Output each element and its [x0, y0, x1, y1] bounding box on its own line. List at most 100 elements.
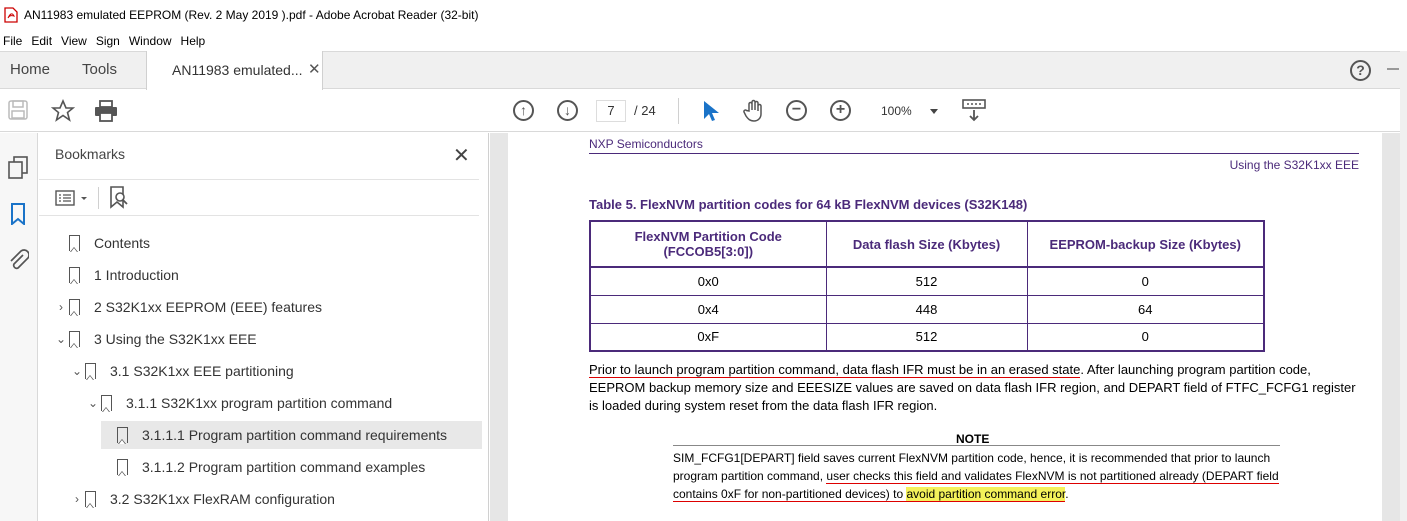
- pdf-page: NXP Semiconductors Using the S32K1xx EEE…: [508, 133, 1382, 521]
- menu-view[interactable]: View: [58, 34, 93, 48]
- bookmark-partition-command[interactable]: ⌄ 3.1.1 S32K1xx program partition comman…: [85, 389, 392, 417]
- table-cell: 0xF: [589, 322, 827, 352]
- table-caption: Table 5. FlexNVM partition codes for 64 …: [589, 197, 1028, 212]
- toolbar-divider: [98, 187, 99, 209]
- select-cursor-icon[interactable]: [701, 99, 719, 126]
- bookmark-contents[interactable]: Contents: [53, 229, 150, 257]
- attachments-icon[interactable]: [7, 248, 30, 275]
- bookmark-introduction[interactable]: 1 Introduction: [53, 261, 179, 289]
- bookmark-options-icon[interactable]: [55, 190, 89, 209]
- next-page-icon[interactable]: ↓: [557, 100, 578, 121]
- hand-tool-icon[interactable]: [742, 99, 766, 126]
- close-panel-icon[interactable]: ✕: [453, 143, 470, 168]
- tab-home[interactable]: Home: [10, 61, 50, 78]
- column-header: FlexNVM Partition Code (FCCOB5[3:0]): [589, 220, 827, 268]
- bookmark-eee-features[interactable]: › 2 S32K1xx EEPROM (EEE) features: [53, 293, 322, 321]
- column-header: EEPROM-backup Size (Kbytes): [1026, 220, 1265, 268]
- bookmark-label: 3.1.1.1 Program partition command requir…: [142, 427, 448, 443]
- bookmark-label: 1 Introduction: [94, 267, 179, 283]
- note-text-end: .: [1065, 487, 1069, 501]
- bookmarks-toolbar: [39, 179, 479, 216]
- underlined-annotation[interactable]: Prior to launch program partition comman…: [589, 362, 1081, 378]
- menu-file[interactable]: File: [0, 34, 28, 48]
- table-cell: 0: [1026, 322, 1265, 352]
- note-divider: [673, 445, 1280, 446]
- zoom-dropdown[interactable]: 100%: [872, 100, 944, 122]
- chevron-down-icon: [930, 109, 938, 114]
- bookmarks-title: Bookmarks: [55, 146, 126, 162]
- table-row: 0xF 512 0: [589, 322, 1265, 352]
- table-cell: 448: [825, 294, 1028, 324]
- bookmark-icon: [85, 491, 96, 508]
- page-total: / 24: [634, 103, 656, 118]
- zoom-out-icon[interactable]: −: [786, 100, 807, 121]
- zoom-value: 100%: [881, 104, 912, 118]
- help-icon[interactable]: ?: [1350, 60, 1371, 81]
- bookmark-icon: [117, 427, 128, 444]
- bookmark-flexram-config[interactable]: › 3.2 S32K1xx FlexRAM configuration: [69, 485, 335, 513]
- bookmark-using-eee[interactable]: ⌄ 3 Using the S32K1xx EEE: [53, 325, 257, 353]
- tab-document-label: AN11983 emulated...: [172, 62, 303, 78]
- table-cell: 512: [825, 322, 1028, 352]
- table-cell: 512: [825, 266, 1028, 296]
- tab-document[interactable]: AN11983 emulated... ✕: [146, 51, 323, 90]
- bookmark-label: 3.1.1 S32K1xx program partition command: [126, 395, 393, 411]
- expand-chevron-icon[interactable]: ›: [53, 300, 69, 314]
- collapse-chevron-icon[interactable]: ⌄: [53, 332, 69, 346]
- print-icon[interactable]: [94, 100, 118, 125]
- bookmark-label: Contents: [94, 235, 151, 251]
- menu-edit[interactable]: Edit: [28, 34, 58, 48]
- highlight-annotation[interactable]: avoid partition command error: [906, 487, 1066, 502]
- note-title: NOTE: [956, 432, 990, 446]
- page-thumbnails-icon[interactable]: [8, 156, 28, 183]
- zoom-in-icon[interactable]: +: [830, 100, 851, 121]
- bookmark-icon: [101, 395, 112, 412]
- menu-sign[interactable]: Sign: [93, 34, 126, 48]
- bookmark-icon: [117, 459, 128, 476]
- body-paragraph: Prior to launch program partition comman…: [589, 361, 1364, 415]
- tab-bar: Home Tools AN11983 emulated... ✕ ?: [0, 51, 1400, 90]
- vertical-scrollbar[interactable]: [1400, 51, 1407, 521]
- table-cell: 64: [1026, 294, 1265, 324]
- star-icon[interactable]: [50, 98, 76, 126]
- collapse-chevron-icon[interactable]: ⌄: [85, 396, 101, 410]
- bookmarks-panel: Bookmarks ✕ Contents 1 Introduction › 2 …: [39, 133, 489, 521]
- previous-page-icon[interactable]: ↑: [513, 100, 534, 121]
- tab-tools[interactable]: Tools: [82, 61, 117, 78]
- bookmark-label: 3.1.1.2 Program partition command exampl…: [142, 459, 426, 475]
- pdf-file-icon: [4, 7, 18, 23]
- header-divider: [589, 153, 1359, 154]
- bookmark-icon: [69, 331, 80, 348]
- minimize-icon[interactable]: [1387, 68, 1399, 70]
- menu-window[interactable]: Window: [126, 34, 178, 48]
- table-row: 0x4 448 64: [589, 294, 1265, 324]
- document-viewer[interactable]: NXP Semiconductors Using the S32K1xx EEE…: [490, 133, 1400, 521]
- main-toolbar: ↑ ↓ 7 / 24 − + 100%: [0, 90, 1400, 132]
- bookmark-command-examples[interactable]: 3.1.1.2 Program partition command exampl…: [101, 453, 425, 481]
- save-icon[interactable]: [8, 100, 28, 123]
- table-row: 0x0 512 0: [589, 266, 1265, 296]
- window-title: AN11983 emulated EEPROM (Rev. 2 May 2019…: [24, 8, 479, 22]
- page-header-company: NXP Semiconductors: [589, 137, 703, 151]
- title-bar: AN11983 emulated EEPROM (Rev. 2 May 2019…: [0, 0, 1407, 30]
- bookmark-label: 3 Using the S32K1xx EEE: [94, 331, 257, 347]
- menu-bar: File Edit View Sign Window Help: [0, 30, 1407, 51]
- bookmark-label: 2 S32K1xx EEPROM (EEE) features: [94, 299, 322, 315]
- table-cell: 0x0: [589, 266, 827, 296]
- find-bookmark-icon[interactable]: [109, 186, 129, 213]
- page-fit-icon[interactable]: [961, 98, 987, 127]
- bookmark-icon: [69, 299, 80, 316]
- collapse-chevron-icon[interactable]: ⌄: [69, 364, 85, 378]
- bookmark-icon: [69, 235, 80, 252]
- close-tab-icon[interactable]: ✕: [308, 60, 321, 78]
- bookmarks-panel-icon[interactable]: [10, 203, 26, 228]
- bookmark-label: 3.2 S32K1xx FlexRAM configuration: [110, 491, 335, 507]
- page-number-input[interactable]: 7: [596, 100, 626, 122]
- menu-help[interactable]: Help: [178, 34, 212, 48]
- expand-chevron-icon[interactable]: ›: [69, 492, 85, 506]
- bookmark-icon: [69, 267, 80, 284]
- page-header-section: Using the S32K1xx EEE: [1229, 158, 1359, 172]
- note-text: SIM_FCFG1[DEPART] field saves current Fl…: [673, 449, 1283, 503]
- bookmark-command-requirements[interactable]: 3.1.1.1 Program partition command requir…: [101, 421, 482, 449]
- bookmark-eee-partitioning[interactable]: ⌄ 3.1 S32K1xx EEE partitioning: [69, 357, 294, 385]
